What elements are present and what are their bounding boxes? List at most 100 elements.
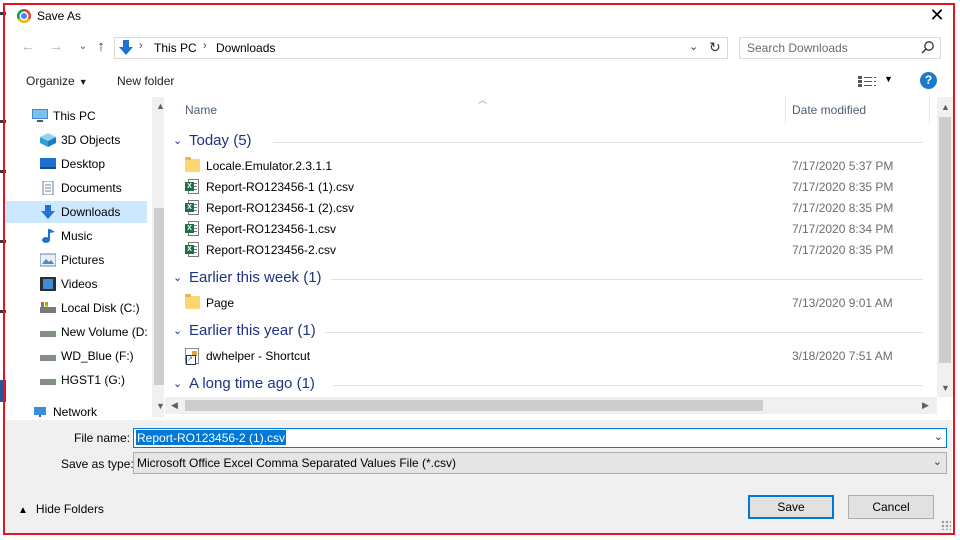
- nav-scroll-thumb[interactable]: [154, 208, 164, 385]
- file-row[interactable]: dwhelper - Shortcut 3/18/2020 7:51 AM: [185, 346, 925, 367]
- file-list[interactable]: ︿ Name Date modified ⌄ Today (5) Locale.…: [165, 97, 953, 417]
- group-divider: [331, 279, 923, 280]
- file-name: Report-RO123456-1 (2).csv: [206, 201, 355, 215]
- file-list-horizontal-scrollbar[interactable]: ◀ ▶: [165, 397, 937, 414]
- nav-item-3d-objects[interactable]: 3D Objects: [6, 129, 147, 151]
- refresh-icon[interactable]: ↻: [709, 39, 721, 56]
- nav-label: Downloads: [61, 205, 121, 219]
- nav-label: New Volume (D:: [61, 325, 148, 339]
- file-date: 7/17/2020 8:35 PM: [792, 180, 894, 194]
- nav-item-local-disk-c[interactable]: Local Disk (C:): [6, 297, 147, 319]
- change-view-icon[interactable]: [857, 73, 883, 89]
- excel-csv-icon: X: [185, 221, 200, 237]
- shortcut-icon: [185, 348, 199, 365]
- address-dropdown-icon[interactable]: ⌄: [689, 40, 698, 53]
- nav-item-hgst1-g[interactable]: HGST1 (G:): [6, 369, 147, 391]
- nav-label: Videos: [61, 277, 98, 291]
- nav-item-downloads[interactable]: Downloads: [6, 201, 147, 223]
- forward-arrow-icon[interactable]: →: [45, 36, 67, 58]
- scroll-down-icon[interactable]: ▼: [941, 383, 950, 393]
- nav-item-wd-blue-f[interactable]: WD_Blue (F:): [6, 345, 147, 367]
- scroll-up-icon[interactable]: ▲: [156, 101, 164, 111]
- group-title: Today (5): [189, 132, 252, 149]
- file-list-vertical-scrollbar[interactable]: ▲ ▼: [937, 97, 953, 397]
- pictures-icon: [40, 253, 56, 267]
- cancel-button[interactable]: Cancel: [848, 495, 934, 519]
- nav-item-this-pc[interactable]: This PC: [6, 105, 147, 127]
- file-date: 7/13/2020 9:01 AM: [792, 296, 893, 310]
- file-row[interactable]: X Report-RO123456-1.csv 7/17/2020 8:34 P…: [185, 219, 925, 240]
- scroll-up-icon[interactable]: ▲: [941, 102, 950, 112]
- save-type-value: Microsoft Office Excel Comma Separated V…: [137, 456, 456, 470]
- nav-label: Desktop: [61, 157, 106, 171]
- computer-icon: [32, 109, 48, 122]
- file-list-hscroll-thumb[interactable]: [185, 400, 763, 411]
- nav-label: Music: [61, 229, 93, 243]
- chevron-down-icon: ⌄: [932, 456, 942, 468]
- downloads-icon: [41, 205, 55, 219]
- save-form: File name: Report-RO123456-2 (1).csv ⌄ S…: [6, 420, 952, 533]
- file-name-label: File name:: [74, 431, 131, 445]
- organize-label: Organize: [26, 74, 75, 88]
- file-row[interactable]: Page 7/13/2020 9:01 AM: [185, 293, 925, 314]
- nav-item-network[interactable]: Network: [6, 401, 147, 417]
- scroll-down-icon[interactable]: ▼: [156, 401, 164, 411]
- back-arrow-icon[interactable]: ←: [17, 36, 39, 58]
- organize-menu[interactable]: Organize ▼: [26, 74, 88, 88]
- group-divider: [325, 332, 923, 333]
- nav-label: Pictures: [61, 253, 105, 267]
- file-row[interactable]: X Report-RO123456-1 (2).csv 7/17/2020 8:…: [185, 198, 925, 219]
- nav-item-desktop[interactable]: Desktop: [6, 153, 147, 175]
- nav-item-music[interactable]: Music: [6, 225, 147, 247]
- title-bar: Save As ✕: [6, 5, 952, 28]
- close-button[interactable]: ✕: [924, 5, 950, 25]
- file-name-value: Report-RO123456-2 (1).csv: [136, 430, 287, 445]
- column-header-name[interactable]: Name: [185, 103, 217, 117]
- excel-csv-icon: X: [185, 242, 200, 258]
- search-icon[interactable]: [921, 40, 935, 54]
- file-date: 7/17/2020 8:35 PM: [792, 201, 894, 215]
- collapse-chevron-icon[interactable]: ⌄: [173, 377, 182, 390]
- column-divider[interactable]: [929, 97, 930, 123]
- music-icon: [42, 229, 55, 243]
- scroll-left-icon[interactable]: ◀: [171, 400, 178, 411]
- file-name: Report-RO123456-2.csv: [206, 243, 337, 257]
- nav-item-new-volume-d[interactable]: New Volume (D:: [6, 321, 148, 343]
- file-row[interactable]: X Report-RO123456-1 (1).csv 7/17/2020 8:…: [185, 177, 925, 198]
- address-bar[interactable]: › This PC › Downloads ⌄ ↻: [114, 37, 728, 59]
- drive-icon: [40, 331, 56, 337]
- resize-grip-icon[interactable]: [941, 520, 951, 530]
- save-type-label: Save as type:: [61, 457, 134, 471]
- collapse-chevron-icon[interactable]: ⌄: [173, 134, 182, 147]
- scroll-right-icon[interactable]: ▶: [922, 400, 929, 411]
- hide-folders-toggle[interactable]: ▲ Hide Folders: [18, 502, 104, 516]
- save-type-select[interactable]: Microsoft Office Excel Comma Separated V…: [133, 452, 947, 474]
- collapse-chevron-icon[interactable]: ⌄: [173, 324, 182, 337]
- help-icon[interactable]: ?: [920, 72, 937, 89]
- videos-icon: [40, 277, 56, 291]
- view-options-caret-icon[interactable]: ▼: [884, 74, 893, 84]
- file-name-input[interactable]: Report-RO123456-2 (1).csv ⌄: [133, 428, 947, 448]
- collapse-chevron-icon[interactable]: ⌄: [173, 271, 182, 284]
- nav-item-videos[interactable]: Videos: [6, 273, 147, 295]
- up-arrow-icon[interactable]: ↑: [90, 36, 112, 58]
- breadcrumb-separator-icon: ›: [139, 40, 143, 52]
- breadcrumb-this-pc[interactable]: This PC: [154, 41, 197, 55]
- navigation-pane[interactable]: This PC 3D Objects Desktop Documents Dow…: [6, 97, 164, 417]
- column-divider[interactable]: [785, 97, 786, 123]
- save-button[interactable]: Save: [748, 495, 834, 519]
- nav-scrollbar[interactable]: ▲ ▼: [152, 97, 164, 417]
- chrome-icon: [17, 9, 31, 23]
- search-input[interactable]: Search Downloads: [739, 37, 941, 59]
- drive-icon: [40, 355, 56, 361]
- file-row[interactable]: X Report-RO123456-2.csv 7/17/2020 8:35 P…: [185, 240, 925, 261]
- file-name-dropdown-icon[interactable]: ⌄: [934, 430, 943, 443]
- new-folder-button[interactable]: New folder: [117, 74, 174, 88]
- file-list-scroll-thumb[interactable]: [939, 117, 951, 363]
- nav-item-pictures[interactable]: Pictures: [6, 249, 147, 271]
- nav-item-documents[interactable]: Documents: [6, 177, 147, 199]
- breadcrumb-downloads[interactable]: Downloads: [216, 41, 275, 55]
- file-name: Report-RO123456-1.csv: [206, 222, 337, 236]
- file-row[interactable]: Locale.Emulator.2.3.1.1 7/17/2020 5:37 P…: [185, 156, 925, 177]
- column-header-date-modified[interactable]: Date modified: [792, 103, 866, 117]
